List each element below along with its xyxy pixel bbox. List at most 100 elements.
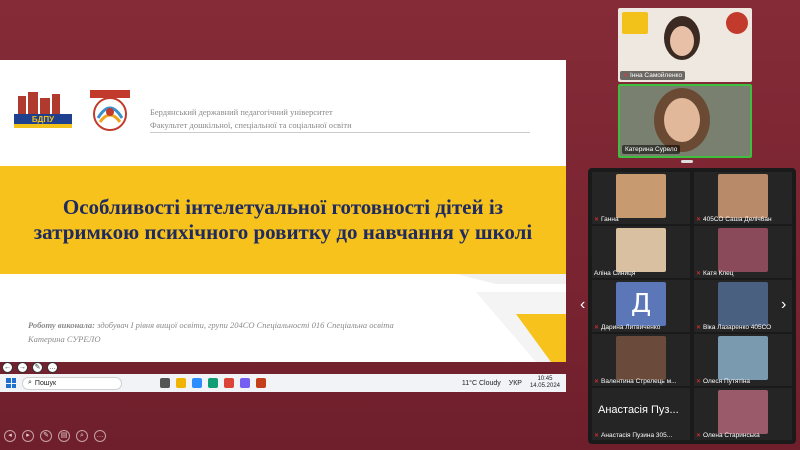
- avatar-initial: Д: [616, 282, 666, 326]
- weather-text[interactable]: 11°C Cloudy: [462, 380, 501, 387]
- clock-date: 14.05.2024: [529, 383, 560, 389]
- title-band: Особливості інтелетуальної готовності ді…: [0, 166, 566, 274]
- bdpu-logo: БДПУ: [12, 90, 74, 132]
- more-options-icon[interactable]: …: [94, 430, 106, 442]
- mic-muted-icon: ✕: [594, 379, 600, 385]
- gallery-tile[interactable]: ✕ Олеся Путятіна: [694, 334, 792, 386]
- participant-video: [718, 174, 768, 218]
- gallery-tile[interactable]: ✕ 405СО Саша Деліч6ан: [694, 172, 792, 224]
- mic-muted-icon: ✕: [594, 217, 600, 223]
- pen-icon[interactable]: ✎: [32, 362, 43, 373]
- task-view-icon[interactable]: [160, 378, 170, 388]
- windows-start-icon[interactable]: [6, 378, 16, 388]
- gallery-tile[interactable]: ✕ Валентина Стрелець м...: [592, 334, 690, 386]
- gallery-next-icon[interactable]: ›: [781, 296, 786, 314]
- taskbar-apps: [160, 378, 266, 388]
- university-text: Бердянський державний педагогічний уніве…: [150, 106, 352, 132]
- gallery-tile[interactable]: Аліна Синиця: [592, 226, 690, 278]
- play-icon[interactable]: ▸: [22, 430, 34, 442]
- search-placeholder: Пошук: [34, 379, 57, 387]
- participant-video: [616, 228, 666, 272]
- clock-time: 10:45: [537, 376, 553, 382]
- zoom-bottom-controls: ◂ ▸ ✎ ▤ ⌕ …: [0, 430, 106, 442]
- name-tag: Катерина Сурело: [622, 145, 681, 154]
- participant-name: Олена Старинська: [703, 432, 760, 439]
- faculty-name: Факультет дошкільної, спеціальної та соц…: [150, 120, 352, 130]
- windows-taskbar: ⌕ Пошук 11°C Cloudy УКР 10:45 14.05.2024: [0, 374, 566, 392]
- pen-tool-icon[interactable]: ✎: [40, 430, 52, 442]
- author-label: Роботу виконала:: [28, 320, 95, 330]
- participant-big-label: Анастасія Пуз...: [598, 404, 679, 416]
- search-icon: ⌕: [28, 379, 32, 386]
- participant-name: Олеся Путятіна: [703, 378, 751, 385]
- viber-icon[interactable]: [240, 378, 250, 388]
- pages-icon[interactable]: ▤: [58, 430, 70, 442]
- gallery-tile[interactable]: ✕ Олена Старинська: [694, 388, 792, 440]
- clock[interactable]: 10:45 14.05.2024: [530, 376, 560, 390]
- mic-muted-icon: ✕: [594, 433, 600, 439]
- edge-icon[interactable]: [208, 378, 218, 388]
- participant-video: [718, 282, 768, 326]
- next-slide-icon[interactable]: →: [17, 362, 28, 373]
- video-speaker-top[interactable]: ✕ Інна Самойленко: [618, 8, 752, 82]
- participant-name: Аліна Синиця: [594, 270, 636, 277]
- shared-slide: БДПУ Бердянський державний педагогічний …: [0, 60, 566, 362]
- divider-line: [150, 132, 530, 133]
- file-explorer-icon[interactable]: [176, 378, 186, 388]
- faculty-badge-icon: [726, 12, 748, 34]
- zoom-in-icon[interactable]: ⌕: [76, 430, 88, 442]
- participant-name: Віка Лазаренко 405СО: [703, 324, 772, 331]
- participant-video: [718, 228, 768, 272]
- gallery-tile[interactable]: Д ✕ Дарина Литвиченко: [592, 280, 690, 332]
- participant-name: Ганна: [601, 216, 619, 223]
- svg-text:БДПУ: БДПУ: [32, 115, 55, 124]
- faculty-logo: [88, 88, 132, 134]
- zoom-app-icon[interactable]: [192, 378, 202, 388]
- participant-name: 405СО Саша Деліч6ан: [703, 216, 772, 223]
- slide-title: Особливості інтелетуальної готовності ді…: [33, 195, 533, 244]
- gallery-tile[interactable]: ✕ Ганна: [592, 172, 690, 224]
- gallery-tile[interactable]: ✕ Катя Клец: [694, 226, 792, 278]
- lang-indicator[interactable]: УКР: [509, 380, 522, 387]
- university-name: Бердянський державний педагогічний уніве…: [150, 107, 333, 117]
- participant-video: [616, 174, 666, 218]
- slide-controls: ← → ✎ …: [2, 362, 58, 373]
- participant-video: [718, 390, 768, 434]
- chrome-icon[interactable]: [224, 378, 234, 388]
- mic-muted-icon: ✕: [696, 325, 702, 331]
- video-active-speaker[interactable]: Катерина Сурело: [618, 84, 752, 158]
- prev-slide-icon[interactable]: ←: [2, 362, 13, 373]
- participant-gallery: ✕ Ганна ✕ 405СО Саша Деліч6ан Аліна Синиця…: [588, 168, 796, 444]
- system-tray: 11°C Cloudy УКР 10:45 14.05.2024: [462, 376, 566, 390]
- mic-muted-icon: ✕: [696, 433, 702, 439]
- participant-face: [670, 26, 694, 56]
- more-icon[interactable]: …: [47, 362, 58, 373]
- participant-name: Валентина Стрелець м...: [601, 378, 677, 385]
- avatar: Д: [616, 282, 666, 326]
- participant-video: [616, 336, 666, 380]
- decorative-shapes: [456, 274, 566, 362]
- mic-muted-icon: ✕: [594, 325, 600, 331]
- mic-muted-icon: ✕: [623, 73, 629, 79]
- participant-face: [664, 98, 700, 142]
- mic-muted-icon: ✕: [696, 379, 702, 385]
- participant-name: Дарина Литвиченко: [601, 324, 661, 331]
- name-tag: ✕ Інна Самойленко: [620, 71, 686, 80]
- participant-name: Катя Клец: [703, 270, 734, 277]
- logos: БДПУ: [12, 88, 132, 134]
- back-icon[interactable]: ◂: [4, 430, 16, 442]
- gallery-prev-icon[interactable]: ‹: [580, 296, 585, 314]
- taskbar-search[interactable]: ⌕ Пошук: [22, 376, 122, 390]
- author-info: Роботу виконала: здобувач I рівня вищої …: [28, 318, 428, 346]
- mic-muted-icon: ✕: [696, 217, 702, 223]
- participant-video: [718, 336, 768, 380]
- mic-muted-icon: ✕: [696, 271, 702, 277]
- participant-name: Інна Самойленко: [630, 72, 683, 79]
- gallery-tile[interactable]: Анастасія Пуз... ✕ Анастасія Пузина 305..…: [592, 388, 690, 440]
- bdpu-badge-icon: [622, 12, 648, 34]
- participant-name: Анастасія Пузина 305...: [601, 432, 673, 439]
- gallery-tile[interactable]: ✕ Віка Лазаренко 405СО: [694, 280, 792, 332]
- participant-name: Катерина Сурело: [625, 146, 678, 153]
- powerpoint-icon[interactable]: [256, 378, 266, 388]
- pane-resize-handle[interactable]: [681, 160, 693, 163]
